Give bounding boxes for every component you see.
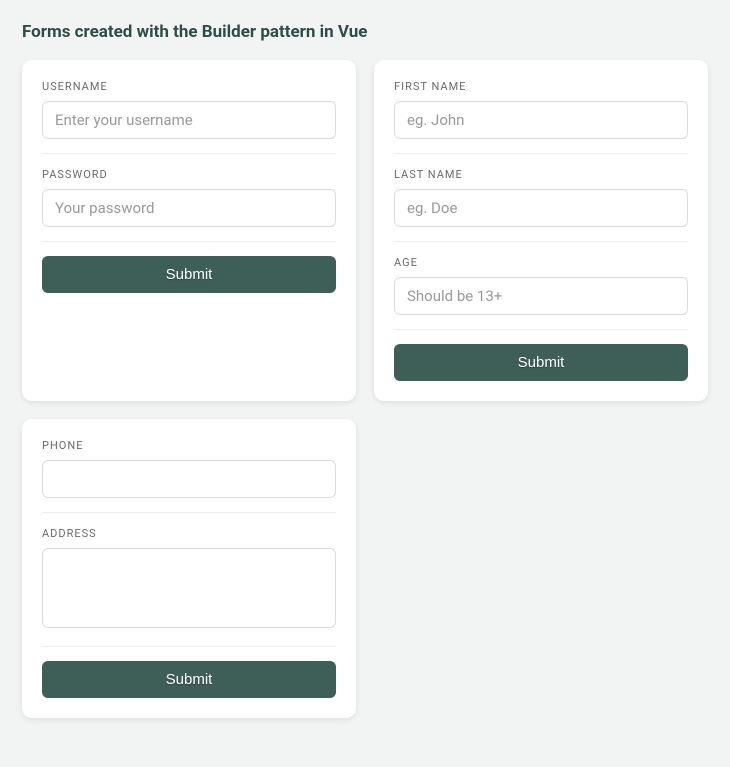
field-group-username: USERNAME	[42, 80, 336, 154]
submit-button[interactable]: Submit	[42, 256, 336, 293]
field-group-phone: PHONE	[42, 439, 336, 513]
username-label: USERNAME	[42, 80, 336, 93]
age-input[interactable]	[394, 277, 688, 315]
lastname-label: LAST NAME	[394, 168, 688, 181]
field-group-address: ADDRESS	[42, 527, 336, 647]
form-card-login: USERNAME PASSWORD Submit	[22, 60, 356, 401]
field-group-lastname: LAST NAME	[394, 168, 688, 242]
address-label: ADDRESS	[42, 527, 336, 540]
address-textarea[interactable]	[42, 548, 336, 628]
username-input[interactable]	[42, 101, 336, 139]
submit-button[interactable]: Submit	[42, 661, 336, 698]
password-label: PASSWORD	[42, 168, 336, 181]
forms-container: USERNAME PASSWORD Submit FIRST NAME LAST…	[22, 60, 708, 718]
firstname-label: FIRST NAME	[394, 80, 688, 93]
field-group-age: AGE	[394, 256, 688, 330]
form-card-profile: FIRST NAME LAST NAME AGE Submit	[374, 60, 708, 401]
field-group-password: PASSWORD	[42, 168, 336, 242]
age-label: AGE	[394, 256, 688, 269]
password-input[interactable]	[42, 189, 336, 227]
submit-button[interactable]: Submit	[394, 344, 688, 381]
phone-input[interactable]	[42, 460, 336, 498]
phone-label: PHONE	[42, 439, 336, 452]
page-title: Forms created with the Builder pattern i…	[22, 22, 708, 42]
firstname-input[interactable]	[394, 101, 688, 139]
form-card-contact: PHONE ADDRESS Submit	[22, 419, 356, 718]
lastname-input[interactable]	[394, 189, 688, 227]
field-group-firstname: FIRST NAME	[394, 80, 688, 154]
